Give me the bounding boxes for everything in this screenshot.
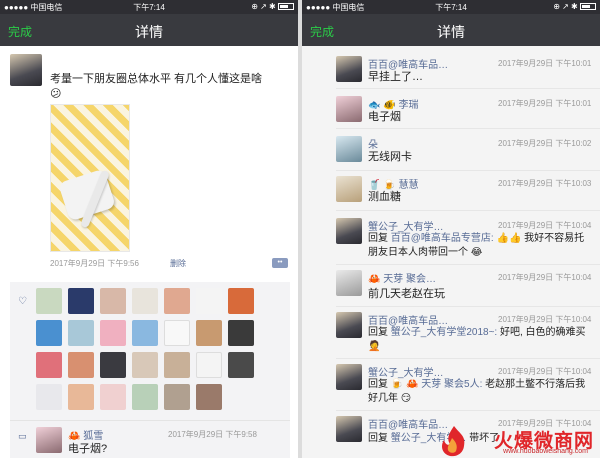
liker-avatar[interactable] xyxy=(132,352,158,378)
commenter-avatar[interactable] xyxy=(336,364,362,390)
liker-avatar[interactable] xyxy=(36,288,62,314)
liker-avatar[interactable] xyxy=(36,384,62,410)
liker-avatar[interactable] xyxy=(68,288,94,314)
liker-avatar[interactable] xyxy=(36,320,62,346)
delete-link[interactable]: 删除 xyxy=(170,258,186,269)
comment-time: 2017年9月29日 下午10:04 xyxy=(498,221,592,230)
liker-avatar[interactable] xyxy=(132,320,158,346)
comment-time: 2017年9月29日 下午9:58 xyxy=(168,430,257,439)
liker-avatar[interactable] xyxy=(68,320,94,346)
comment-text: 回复 百百@唯高车品专营店: 👍👍 我好不容易托朋友日本人肉带回一个 😂 xyxy=(368,233,585,258)
separator xyxy=(336,128,600,129)
comment-text: 测血糖 xyxy=(368,191,401,203)
comment-bubble-icon: ▭ xyxy=(18,431,27,441)
liker-avatar[interactable] xyxy=(36,352,62,378)
commenter-name[interactable]: 百百@唯高车品… xyxy=(368,312,448,327)
commenter-name[interactable]: 🦀 狐雪 xyxy=(68,427,103,442)
heart-icon: ♡ xyxy=(18,296,27,307)
liker-avatar[interactable] xyxy=(132,288,158,314)
comment-time: 2017年9月29日 下午10:04 xyxy=(498,315,592,324)
liker-avatar[interactable] xyxy=(196,384,222,410)
author-avatar[interactable] xyxy=(10,54,42,86)
liker-avatar[interactable] xyxy=(100,320,126,346)
liker-avatar[interactable] xyxy=(100,288,126,314)
comment-text: 回复 🍺 🦀 天芽 聚会5人: 老赵那土鳖不行落后我好几年 😏 xyxy=(368,379,586,404)
comment-text: 回复 蟹公子_大有学堂2018~: 好吧, 白色的确难买 🤦 xyxy=(368,327,586,352)
comment-text: 电子烟 xyxy=(368,111,401,123)
commenter-name[interactable]: 朵 xyxy=(368,136,378,151)
post-text: 考量一下朋友圈总体水平 有几个人懂这是啥 😕 xyxy=(50,73,263,100)
liker-avatar[interactable] xyxy=(164,352,190,378)
comment-text: 早挂上了… xyxy=(368,71,423,83)
status-bar: ●●●●● 中国电信 下午7:14 ⊕ ↗ ✱ xyxy=(0,0,298,14)
flame-icon xyxy=(442,426,465,457)
status-bar: ●●●●● 中国电信 下午7:14 ⊕ ↗ ✱ xyxy=(302,0,600,14)
post-photo[interactable] xyxy=(50,104,130,252)
liker-avatar[interactable] xyxy=(228,320,254,346)
commenter-name[interactable]: 🐟 🐠 李瑞 xyxy=(368,96,418,111)
commenter-name[interactable]: 百百@唯高车品… xyxy=(368,56,448,71)
reply-target-link[interactable]: 🍺 🦀 天芽 聚会5人: xyxy=(391,379,483,390)
comment-time: 2017年9月29日 下午10:04 xyxy=(498,367,592,376)
comment-time: 2017年9月29日 下午10:02 xyxy=(498,139,592,148)
separator xyxy=(336,210,600,211)
liker-avatar[interactable] xyxy=(196,288,222,314)
watermark-logo: 火爆微商网 www.huobaoweishang.com xyxy=(436,424,594,458)
liker-avatar[interactable] xyxy=(164,320,190,346)
comment-time: 2017年9月29日 下午10:03 xyxy=(498,179,592,188)
separator xyxy=(336,410,600,411)
battery-icon: ⊕ ↗ ✱ xyxy=(553,2,596,11)
liker-avatar[interactable] xyxy=(196,352,222,378)
comment-text: 电子烟? xyxy=(68,443,108,455)
commenter-name[interactable]: 🥤 🍺 慧慧 xyxy=(368,176,418,191)
comment-time: 2017年9月29日 下午10:04 xyxy=(498,273,592,282)
liker-avatar[interactable] xyxy=(164,288,190,314)
liker-avatar[interactable] xyxy=(164,384,190,410)
commenter-avatar[interactable] xyxy=(336,96,362,122)
battery-icon: ⊕ ↗ ✱ xyxy=(251,2,294,11)
liker-avatar[interactable] xyxy=(100,352,126,378)
separator xyxy=(336,264,600,265)
comment-menu-icon[interactable]: •• xyxy=(272,258,288,268)
separator xyxy=(336,306,600,307)
nav-bar: 完成 详情 xyxy=(302,14,600,46)
likes-panel: ♡ xyxy=(10,282,290,420)
right-screen: ●●●●● 中国电信 下午7:14 ⊕ ↗ ✱ 完成 详情 百百@唯高车品… 2… xyxy=(302,0,600,458)
comment-text: 无线网卡 xyxy=(368,151,412,163)
page-title: 详情 xyxy=(437,24,465,40)
post-time: 2017年9月29日 下午9:56 xyxy=(50,259,139,268)
commenter-avatar[interactable] xyxy=(336,218,362,244)
reply-target-link[interactable]: 蟹公子_大有学堂2018~: xyxy=(391,327,497,338)
commenter-name[interactable]: 蟹公子_大有学… xyxy=(368,218,444,233)
nav-bar: 完成 详情 xyxy=(0,14,298,46)
watermark-url: www.huobaoweishang.com xyxy=(503,448,588,455)
liker-avatar[interactable] xyxy=(100,384,126,410)
liker-avatar[interactable] xyxy=(68,352,94,378)
liker-avatar[interactable] xyxy=(132,384,158,410)
liker-avatar[interactable] xyxy=(228,352,254,378)
commenter-avatar[interactable] xyxy=(336,56,362,82)
separator xyxy=(336,358,600,359)
comment-item: ▭ 🦀 狐雪 2017年9月29日 下午9:58 电子烟? xyxy=(10,420,290,458)
comment-time: 2017年9月29日 下午10:01 xyxy=(498,99,592,108)
comment-text: 前几天老赵在玩 xyxy=(368,288,445,300)
commenter-avatar[interactable] xyxy=(336,176,362,202)
page-title: 详情 xyxy=(135,24,163,40)
left-screen: ●●●●● 中国电信 下午7:14 ⊕ ↗ ✱ 完成 详情 考量一下朋友圈总体水… xyxy=(0,0,298,458)
reply-target-link[interactable]: 百百@唯高车品专营店: xyxy=(391,233,494,244)
liker-avatar[interactable] xyxy=(68,384,94,410)
separator xyxy=(336,170,600,171)
commenter-avatar[interactable] xyxy=(336,312,362,338)
commenter-avatar[interactable] xyxy=(336,416,362,442)
commenter-avatar[interactable] xyxy=(336,270,362,296)
liker-avatar[interactable] xyxy=(228,288,254,314)
commenter-avatar[interactable] xyxy=(36,427,62,453)
commenter-avatar[interactable] xyxy=(336,136,362,162)
separator xyxy=(336,88,600,89)
comment-time: 2017年9月29日 下午10:01 xyxy=(498,59,592,68)
liker-avatar[interactable] xyxy=(196,320,222,346)
commenter-name[interactable]: 🦀 天芽 聚会… xyxy=(368,270,436,285)
commenter-name[interactable]: 蟹公子_大有学… xyxy=(368,364,444,379)
